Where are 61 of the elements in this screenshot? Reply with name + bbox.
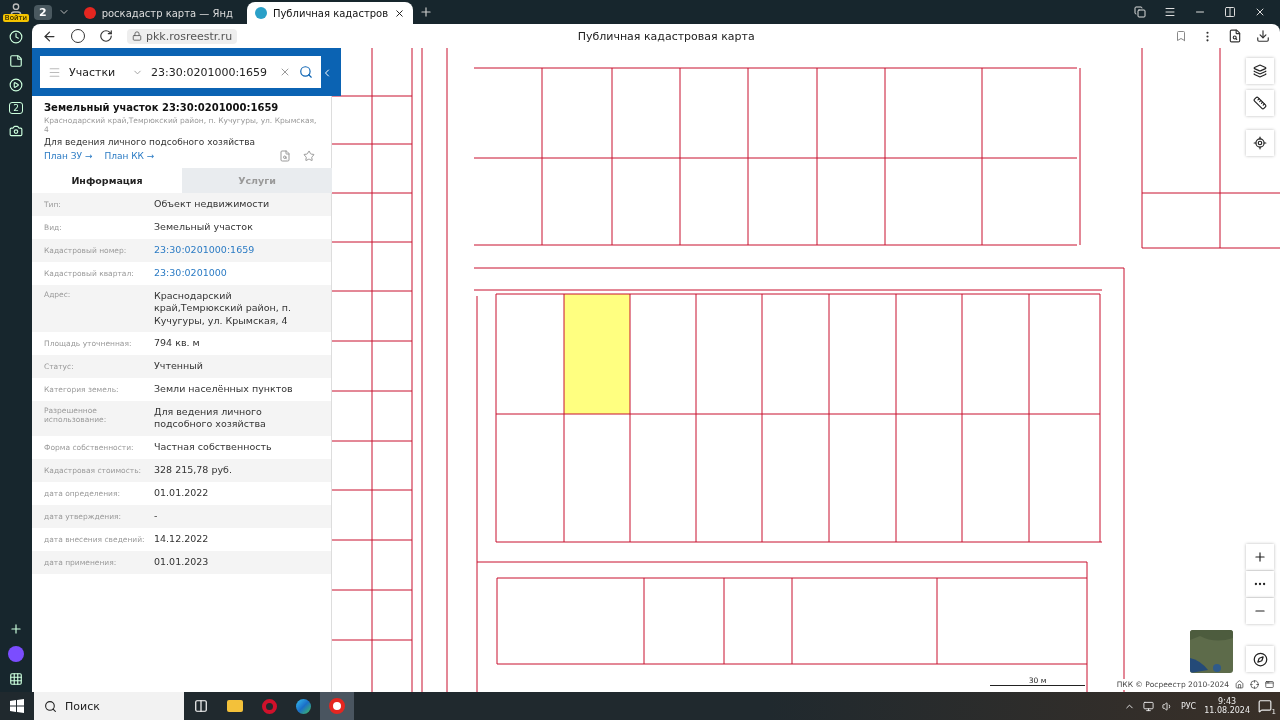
field-value: Учтенный [154,360,204,373]
field-value: 01.01.2023 [154,556,210,569]
parcel-usage: Для ведения личного подсобного хозяйства [44,137,257,147]
tab-counter[interactable]: 2 [34,4,52,20]
apps-icon[interactable] [9,672,23,686]
field-link[interactable]: 23:30:0201000 [154,267,331,280]
download-icon[interactable] [1256,29,1270,43]
field-value: Краснодарский край,Темрюкский район, п. Кучугуры, ул. Крымская, 4 [154,290,292,328]
category-select[interactable]: Участки [69,65,124,79]
field-value: Объект недвижимости [154,198,271,211]
lock-icon [132,31,142,41]
camera-icon[interactable] [9,124,23,138]
windows-icon[interactable] [10,699,24,713]
history-icon[interactable] [9,30,23,44]
clock-time[interactable]: 9:43 [1218,697,1237,706]
field-value: - [154,510,159,523]
volume-icon[interactable] [1161,700,1173,712]
field-value: Частная собственность [154,441,273,454]
reader-icon[interactable] [1228,29,1242,43]
close-icon[interactable] [1254,6,1266,18]
reload-icon[interactable] [99,29,113,43]
back-icon[interactable] [42,28,57,44]
search-icon [44,699,57,713]
search-field[interactable]: Участки 23:30:0201000:1659 [40,56,321,88]
search-icon[interactable] [299,65,313,79]
restore-icon[interactable] [1224,6,1236,18]
language-indicator[interactable]: РУС [1180,701,1197,711]
menu-icon[interactable] [1164,6,1176,18]
close-icon[interactable] [394,7,406,19]
notifications-icon[interactable] [1258,699,1272,713]
clock-date[interactable]: 11.08.2024 [1204,706,1250,715]
favicon-icon [83,7,96,19]
bookmark-icon[interactable] [1175,30,1187,42]
field-link[interactable]: 23:30:0201000:1659 [154,244,331,257]
field-value: Земли населённых пунктов [154,383,294,396]
page-title: Публичная кадастровая карта [577,29,755,43]
field-value: 01.01.2022 [154,487,210,500]
parcel-title: Земельный участок 23:30:0201000:1659 [44,102,280,113]
play-icon[interactable] [9,78,23,92]
url-field[interactable]: pkk.rosreestr.ru [127,28,238,44]
new-tab-icon[interactable] [419,5,434,19]
plan-link[interactable]: План ЗУ → [44,151,93,161]
browser-tab[interactable]: Публичная кадастров [246,2,414,24]
task-view-icon[interactable] [194,699,208,713]
plan-link[interactable]: План КК → [104,151,155,161]
field-value: Земельный участок [154,221,254,234]
notes-icon[interactable] [9,54,23,68]
field-value: 14.12.2022 [154,533,210,546]
network-icon[interactable] [1142,700,1154,712]
taskbar-search[interactable]: Поиск [34,692,184,720]
favicon-icon [254,7,267,19]
sidebar-counter[interactable]: 2 [9,102,23,114]
clear-icon[interactable] [279,66,291,78]
collections-icon[interactable] [1134,6,1146,18]
add-icon[interactable] [9,622,23,636]
field-value: 328 215,78 руб. [154,464,233,477]
assistant-icon[interactable] [8,646,24,662]
search-query[interactable]: 23:30:0201000:1659 [151,65,271,79]
field-value: Для ведения личного подсобного хозяйства [154,406,267,431]
browser-tab[interactable]: роскадастр карта — Янд [75,2,241,24]
field-value: 794 кв. м [154,337,201,350]
